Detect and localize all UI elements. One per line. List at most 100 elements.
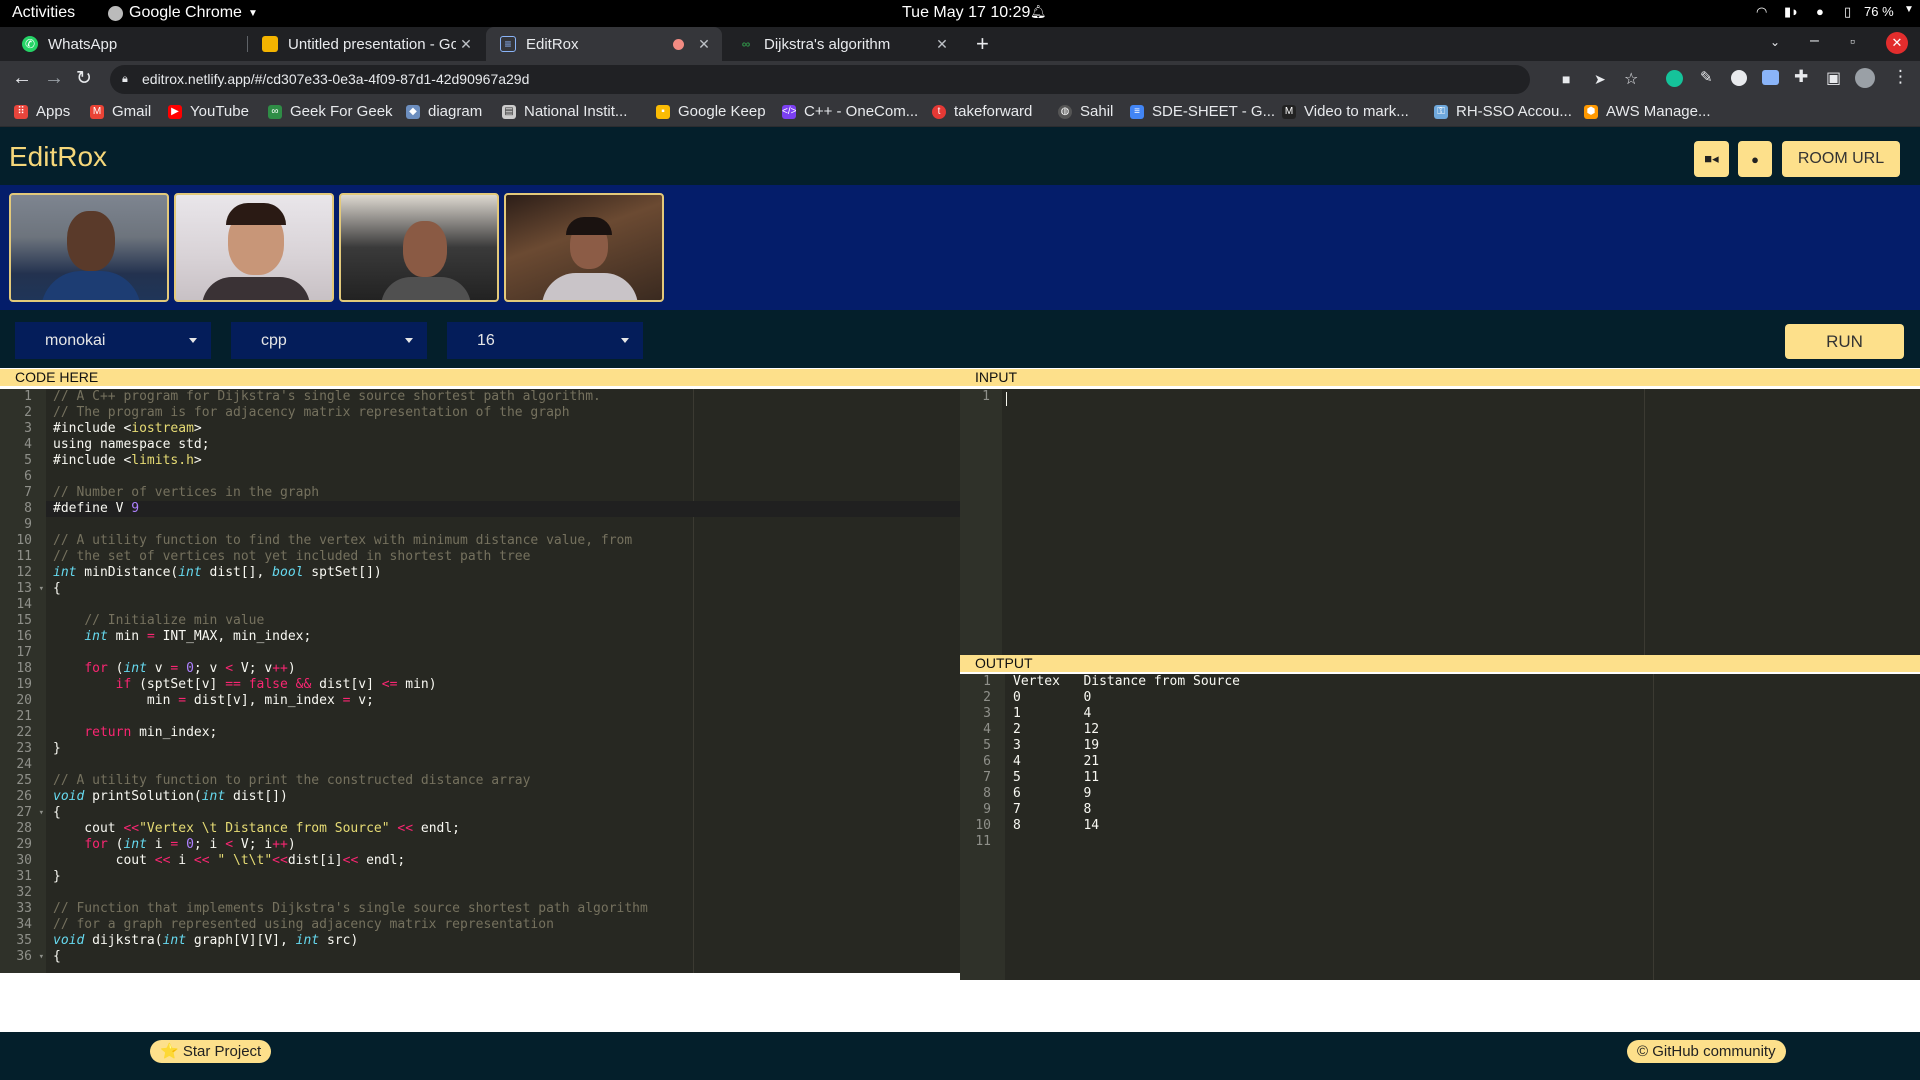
tab-whatsapp[interactable]: ✆ WhatsApp — [8, 27, 248, 61]
bookmark-label: takeforward — [954, 103, 1033, 120]
minimize-window-button[interactable]: – — [1810, 32, 1819, 50]
participant-video-1[interactable] — [9, 193, 169, 302]
line-number: 1 — [982, 389, 990, 404]
font-size-select[interactable]: 16 — [447, 322, 643, 359]
circle-extension-icon[interactable] — [1731, 70, 1747, 86]
bookmark-takeforward[interactable]: t takeforward — [932, 103, 1032, 120]
input-editor[interactable]: 1 — [960, 389, 1920, 655]
tab-untitled-presentation[interactable]: Untitled presentation - Go ✕ — [248, 27, 484, 61]
code-line: cout <<"Vertex \t Distance from Source" … — [53, 821, 461, 836]
editrox-icon: ≡ — [500, 36, 516, 52]
bookmark-google-keep[interactable]: ▪ Google Keep — [656, 103, 766, 120]
line-number: 29 — [16, 837, 32, 852]
fold-toggle-icon[interactable]: ▾ — [39, 805, 44, 821]
gmail-icon: M — [90, 104, 104, 119]
line-number: 22 — [16, 725, 32, 740]
bookmark-video-to-markdown[interactable]: M Video to mark... — [1282, 103, 1409, 120]
address-bar[interactable]: 🔒︎ editrox.netlify.app/#/cd307e33-0e3a-4… — [110, 65, 1638, 94]
code-line: #include <limits.h> — [53, 453, 202, 468]
bookmark-label: YouTube — [190, 103, 249, 120]
close-tab-icon[interactable]: ✕ — [694, 36, 714, 53]
participant-video-3[interactable] — [339, 193, 499, 302]
fold-toggle-icon[interactable]: ▾ — [39, 581, 44, 597]
participant-video-2[interactable] — [174, 193, 334, 302]
code-line: int min = INT_MAX, min_index; — [84, 629, 312, 644]
github-community-link[interactable]: © GitHub community — [1627, 1040, 1786, 1063]
reload-icon[interactable]: ↻ — [76, 67, 92, 90]
bookmark-aws[interactable]: ⬢ AWS Manage... — [1584, 103, 1711, 120]
gfg-icon: ∞ — [741, 37, 751, 51]
bookmark-national-institute[interactable]: ▤ National Instit... — [502, 103, 627, 120]
run-button[interactable]: RUN — [1785, 324, 1904, 359]
line-number: 10 — [975, 818, 991, 833]
back-arrow-icon[interactable]: ← — [12, 67, 32, 90]
line-number: 35 — [16, 933, 32, 948]
code-line: using namespace std; — [53, 437, 210, 452]
participant-shirt — [381, 277, 471, 300]
room-url-button[interactable]: ROOM URL — [1782, 141, 1900, 177]
line-number: 11 — [16, 549, 32, 564]
maximize-window-button[interactable]: ▫ — [1850, 33, 1855, 49]
microphone-toggle-button[interactable]: ● — [1738, 141, 1772, 177]
line-number: 23 — [16, 741, 32, 756]
line-number: 2 — [983, 690, 991, 705]
language-select[interactable]: cpp — [231, 322, 427, 359]
bookmark-diagram[interactable]: ◆ diagram — [406, 103, 482, 120]
grammarly-extension-icon[interactable] — [1666, 70, 1683, 87]
bookmark-star-icon[interactable]: ☆ — [1624, 65, 1638, 94]
line-number: 3 — [24, 421, 32, 436]
forward-arrow-icon[interactable]: → — [44, 67, 64, 90]
side-panel-icon[interactable]: ▣ — [1826, 68, 1841, 88]
clock[interactable]: Tue May 17 10:29 — [902, 4, 1030, 22]
kebab-menu-icon[interactable]: ⋮ — [1892, 67, 1909, 87]
bookmark-sde-sheet[interactable]: ≡ SDE-SHEET - G... — [1130, 103, 1275, 120]
app-brand[interactable]: EditRox — [9, 141, 107, 173]
code-editor[interactable]: 1 2 3 4 5 6 7 8 9 10 11 12 13 ▾ 14 15 16 17 18 19 20 21 22 23 24… — [0, 389, 960, 973]
line-number: 9 — [983, 802, 991, 817]
tab-title: Dijkstra's algorithm — [764, 35, 891, 53]
bookmark-cpp-onecompiler[interactable]: </> C++ - OneCom... — [782, 103, 918, 120]
close-window-button[interactable]: ✕ — [1886, 32, 1908, 54]
bookmark-sahil[interactable]: ◍ Sahil — [1058, 103, 1113, 120]
send-tab-icon[interactable]: ➤ — [1594, 65, 1606, 94]
tab-editrox[interactable]: ≡ EditRox ✕ — [486, 27, 722, 61]
bookmark-label: Gmail — [112, 103, 152, 120]
activities-button[interactable]: Activities — [12, 4, 75, 22]
bookmark-label: Geek For Geek — [290, 103, 393, 120]
redhat-icon: ⚿ — [1434, 104, 1448, 119]
camera-in-use-icon[interactable]: ■ — [1562, 65, 1570, 94]
fold-toggle-icon[interactable]: ▾ — [39, 949, 44, 965]
line-number: 33 — [16, 901, 32, 916]
system-menu-caret-icon[interactable]: ▼ — [1904, 4, 1914, 15]
star-project-button[interactable]: ⭐ Star Project — [150, 1040, 272, 1063]
pen-extension-icon[interactable]: ✎ — [1700, 68, 1713, 86]
bookmark-apps[interactable]: ⠿ Apps — [14, 103, 70, 120]
bookmark-youtube[interactable]: ▶ YouTube — [168, 103, 249, 120]
participant-face — [403, 221, 447, 277]
code-line: // Number of vertices in the graph — [53, 485, 320, 500]
camera-toggle-button[interactable]: ■◂ — [1694, 141, 1729, 177]
output-panel-header: OUTPUT — [960, 655, 1920, 672]
new-tab-button[interactable]: + — [976, 31, 989, 57]
screen-extension-icon[interactable] — [1762, 70, 1779, 85]
bookmark-geek-for-geek[interactable]: ∞ Geek For Geek — [268, 103, 393, 120]
youtube-icon: ▶ — [168, 104, 182, 119]
font-size-select-value: 16 — [477, 332, 495, 349]
puzzle-extensions-icon[interactable]: ✚ — [1794, 67, 1808, 87]
output-editor[interactable]: 1 2 3 4 5 6 7 8 9 10 11 Vertex Distance from Sourc… — [960, 674, 1920, 980]
app-menu[interactable]: Google Chrome ▼ — [108, 4, 258, 22]
profile-avatar-icon[interactable] — [1855, 68, 1875, 88]
line-number: 17 — [16, 645, 32, 660]
tab-search-icon[interactable]: ⌄ — [1770, 35, 1780, 49]
code-icon: </> — [782, 104, 797, 119]
close-tab-icon[interactable]: ✕ — [456, 36, 476, 53]
tab-dijkstras-algorithm[interactable]: ∞ Dijkstra's algorithm ✕ — [724, 27, 960, 61]
bookmark-gmail[interactable]: M Gmail — [90, 103, 151, 120]
line-number: 12 — [16, 565, 32, 580]
participant-video-4[interactable] — [504, 193, 664, 302]
bookmark-rh-sso[interactable]: ⚿ RH-SSO Accou... — [1434, 103, 1572, 120]
line-number: 8 — [983, 786, 991, 801]
theme-select[interactable]: monokai — [15, 322, 211, 359]
close-tab-icon[interactable]: ✕ — [932, 36, 952, 53]
lock-icon: 🔒︎ — [122, 73, 128, 85]
